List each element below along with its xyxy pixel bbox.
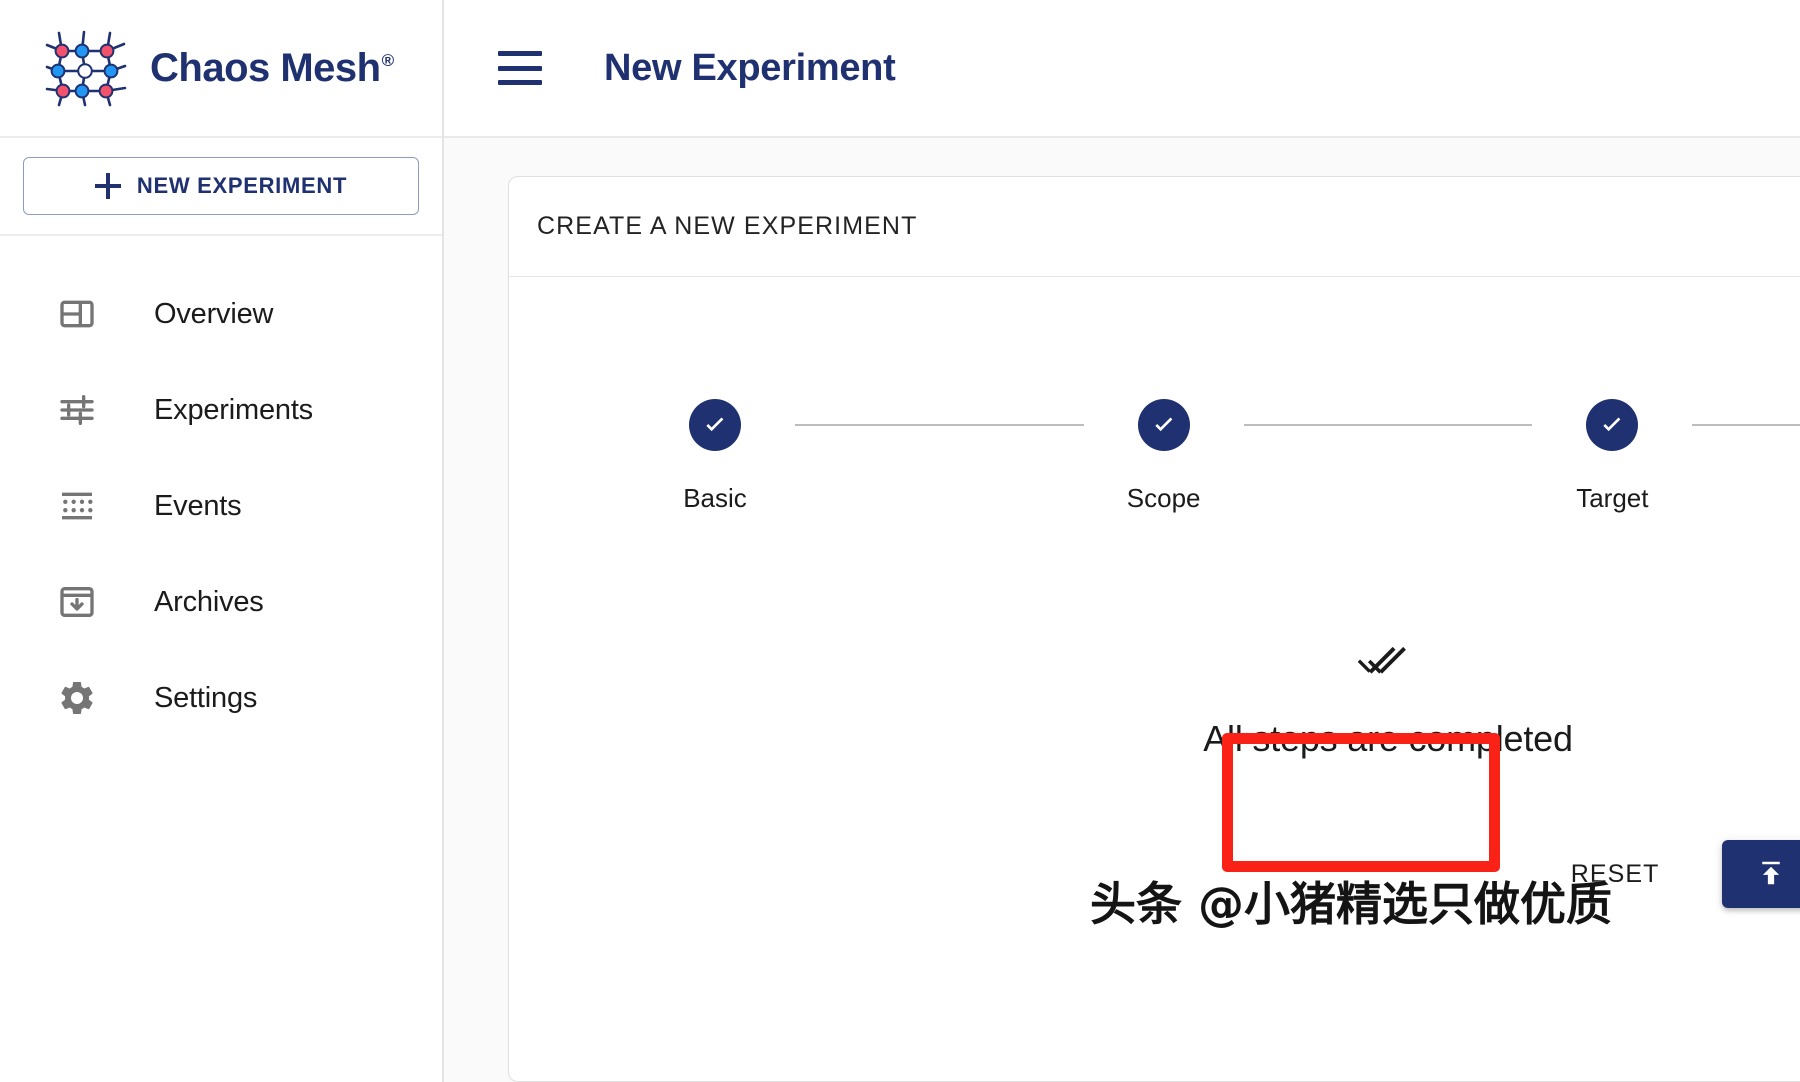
hamburger-bar	[498, 65, 542, 71]
new-experiment-button[interactable]: NEW EXPERIMENT	[23, 157, 419, 215]
step-indicator-completed	[689, 399, 741, 451]
check-icon	[1603, 417, 1621, 432]
sidebar-item-label: Events	[154, 489, 242, 522]
submit-button[interactable]: SUBMIT	[1721, 840, 1800, 908]
registered-mark: ®	[381, 51, 395, 71]
publish-upload-icon	[1756, 858, 1786, 891]
check-icon	[1155, 417, 1173, 432]
gear-icon	[56, 677, 98, 719]
step-label: Basic	[683, 483, 747, 513]
sidebar-item-label: Settings	[154, 681, 258, 714]
brand-header[interactable]: Chaos Mesh®	[0, 0, 442, 138]
sidebar-item-settings[interactable]: Settings	[0, 650, 442, 746]
sidebar-item-label: Overview	[154, 297, 274, 330]
plus-icon	[94, 173, 121, 199]
step-indicator-completed	[1137, 399, 1190, 451]
step-connector	[795, 424, 1084, 426]
card-header-title: CREATE A NEW EXPERIMENT	[537, 212, 918, 240]
step-target[interactable]: Target	[1532, 399, 1692, 514]
card-body: Basic Scope Target All steps are complet…	[509, 277, 1800, 908]
completed-message: All steps are completed	[1203, 718, 1573, 759]
step-indicator-completed	[1586, 399, 1639, 451]
hamburger-bar	[498, 80, 542, 85]
sidebar-item-archives[interactable]: Archives	[0, 554, 442, 650]
hamburger-bar	[498, 51, 542, 56]
done-all-double-check-icon	[1357, 646, 1406, 674]
grid-dots-timeline-icon	[56, 485, 98, 527]
archive-download-icon	[56, 581, 98, 623]
topbar: New Experiment	[444, 0, 1800, 138]
app-root: Chaos Mesh® NEW EXPERIMENT Overview Expe…	[0, 0, 1800, 1082]
step-connector	[1243, 424, 1533, 426]
chaos-mesh-mesh-logo	[45, 30, 127, 107]
dashboard-layout-icon	[56, 293, 98, 335]
card-header: CREATE A NEW EXPERIMENT	[509, 177, 1800, 277]
tune-sliders-icon	[56, 389, 98, 431]
watermark-text: 头条 @小猪精选只做优质	[1090, 877, 1613, 931]
hamburger-menu-icon[interactable]	[498, 51, 542, 85]
check-icon	[706, 417, 724, 432]
page-title: New Experiment	[604, 46, 896, 89]
brand-name-text: Chaos Mesh	[150, 45, 381, 90]
step-basic[interactable]: Basic	[635, 399, 795, 514]
sidebar: Chaos Mesh® NEW EXPERIMENT Overview Expe…	[0, 0, 444, 1082]
sidebar-item-events[interactable]: Events	[0, 458, 442, 554]
all-steps-completed-block: All steps are completed	[509, 636, 1800, 760]
sidebar-nav: Overview Experiments Events Archives Set…	[0, 236, 442, 746]
step-connector	[1692, 424, 1800, 426]
content-area: CREATE A NEW EXPERIMENT Basic Scope Targ…	[444, 138, 1800, 1082]
sidebar-item-label: Archives	[154, 585, 264, 618]
experiment-stepper: Basic Scope Target	[509, 277, 1800, 514]
step-label: Scope	[1126, 483, 1201, 513]
sidebar-item-overview[interactable]: Overview	[0, 266, 442, 362]
new-experiment-section: NEW EXPERIMENT	[0, 138, 442, 236]
sidebar-item-experiments[interactable]: Experiments	[0, 362, 442, 458]
sidebar-item-label: Experiments	[154, 393, 313, 426]
create-experiment-card: CREATE A NEW EXPERIMENT Basic Scope Targ…	[508, 176, 1800, 1082]
step-label: Target	[1576, 483, 1649, 513]
step-scope[interactable]: Scope	[1084, 399, 1244, 514]
brand-name: Chaos Mesh®	[150, 46, 394, 91]
new-experiment-button-label: NEW EXPERIMENT	[136, 173, 348, 198]
